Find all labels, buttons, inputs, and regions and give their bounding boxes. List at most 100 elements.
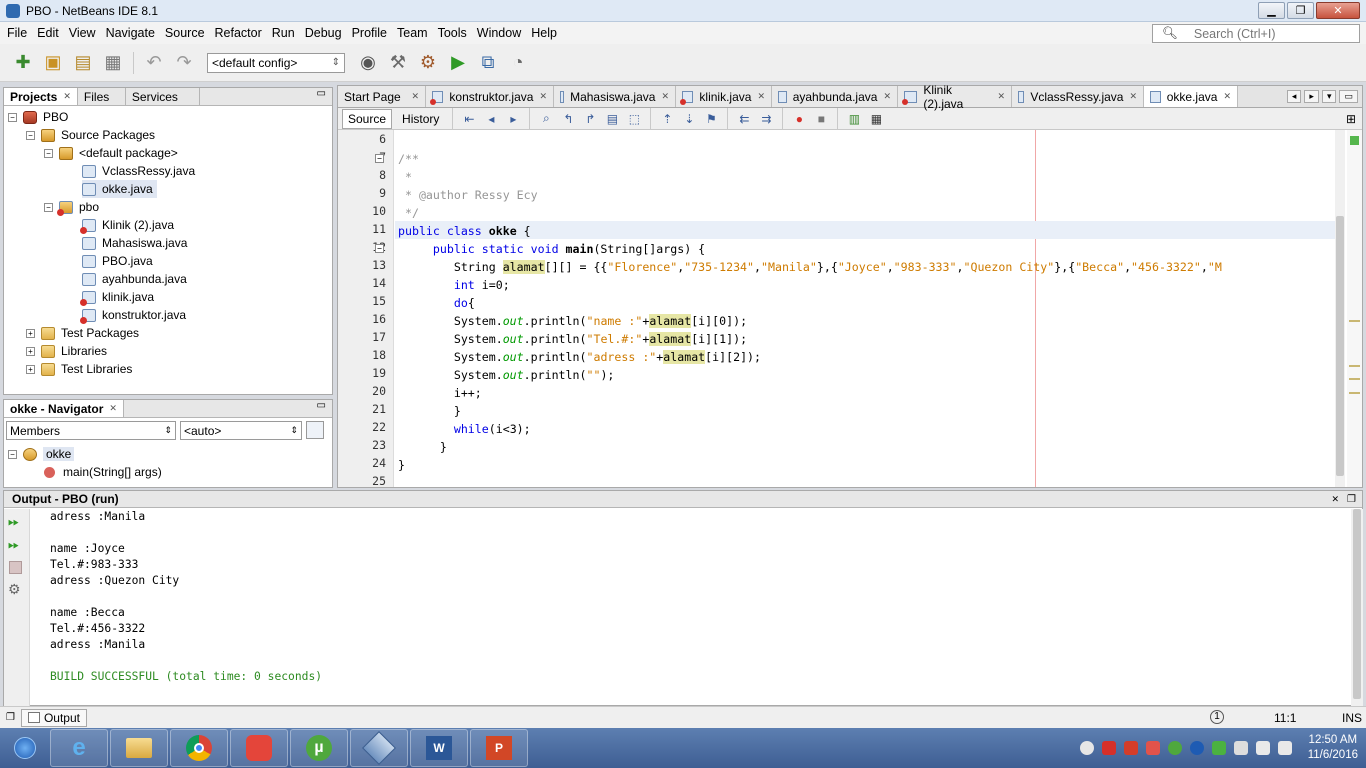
output-scrollbar-thumb[interactable] (1353, 509, 1361, 699)
build-icon[interactable]: ⚒ (385, 50, 411, 76)
close-icon[interactable]: ✕ (109, 403, 117, 414)
comment-icon[interactable]: ▥ (845, 111, 863, 127)
device-icon[interactable] (1233, 741, 1248, 755)
tab-ayahbunda[interactable]: ayahbunda.java ✕ (772, 86, 898, 107)
tree-package-pbo[interactable]: − pbo (44, 198, 99, 216)
shift-left-icon[interactable]: ⇇ (735, 111, 753, 127)
output-tab[interactable]: Output (20, 708, 87, 727)
tab-mahasiswa[interactable]: Mahasiswa.java ✕ (554, 86, 676, 107)
close-icon[interactable]: ✕ (661, 91, 669, 102)
close-icon[interactable]: ✕ (757, 91, 765, 102)
volume-icon[interactable] (1277, 741, 1292, 755)
tab-projects[interactable]: Projects ✕ (4, 88, 78, 105)
profile-icon[interactable]: ◔ (505, 50, 531, 76)
stop-icon[interactable] (9, 561, 22, 574)
minimize-panel-icon[interactable]: ▭ (317, 400, 326, 417)
fold-icon[interactable]: − (375, 154, 384, 163)
restore-window-icon[interactable]: ❐ (6, 712, 15, 723)
menu-edit[interactable]: Edit (32, 26, 64, 40)
menu-team[interactable]: Team (392, 26, 433, 40)
editor-scrollbar[interactable] (1335, 130, 1345, 487)
tab-start-page[interactable]: Start Page ✕ (338, 86, 426, 107)
scroll-tabs-left-icon[interactable]: ◂ (1286, 90, 1302, 103)
tab-klinik-2[interactable]: Klinik (2).java ✕ (898, 83, 1012, 111)
taskbar-powerpoint[interactable]: P (470, 729, 528, 767)
record-macro-icon[interactable]: ● (790, 111, 808, 127)
tab-services[interactable]: Services (126, 88, 200, 105)
clean-build-icon[interactable]: ⚙ (415, 50, 441, 76)
next-bookmark-icon[interactable]: ⇣ (680, 111, 698, 127)
taskbar-word[interactable]: W (410, 729, 468, 767)
close-icon[interactable]: ✕ (883, 91, 891, 102)
scroll-tabs-right-icon[interactable]: ▸ (1304, 90, 1319, 103)
find-previous-icon[interactable]: ↰ (559, 111, 577, 127)
notifications-icon[interactable]: 1 (1210, 710, 1224, 724)
close-icon[interactable]: ✕ (1331, 494, 1339, 505)
battery-icon[interactable] (1211, 741, 1226, 755)
save-all-icon[interactable]: ▦ (100, 50, 126, 76)
new-file-icon[interactable]: ✚ (10, 50, 36, 76)
new-project-icon[interactable]: ▣ (40, 50, 66, 76)
clock[interactable]: 12:50 AM 11/6/2016 (1308, 733, 1358, 763)
tab-list-icon[interactable]: ▾ (1321, 90, 1337, 103)
flag-icon[interactable] (1145, 741, 1160, 755)
auto-select[interactable]: <auto> ⇕ (180, 421, 302, 440)
redo-icon[interactable]: ↷ (171, 50, 197, 76)
menu-help[interactable]: Help (526, 26, 562, 40)
tree-file[interactable]: Klinik (2).java (80, 216, 174, 234)
close-icon[interactable]: ✕ (63, 91, 71, 102)
maximize-button[interactable]: ❐ (1287, 2, 1314, 19)
menu-file[interactable]: File (2, 26, 32, 40)
tree-file[interactable]: Mahasiswa.java (82, 234, 187, 252)
antivirus-icon[interactable] (1123, 741, 1138, 755)
menu-navigate[interactable]: Navigate (101, 26, 160, 40)
menu-tools[interactable]: Tools (433, 26, 472, 40)
undo-icon[interactable]: ↶ (141, 50, 167, 76)
close-icon[interactable]: ✕ (1129, 91, 1137, 102)
code-view[interactable]: 6 7 8 9 10 11 12 13 14 15 16 17 18 19 20… (338, 130, 1362, 487)
tree-file[interactable]: konstruktor.java (80, 306, 186, 324)
taskbar-ie[interactable]: e (50, 729, 108, 767)
config-select[interactable]: <default config> (207, 52, 345, 73)
taskbar-explorer[interactable] (110, 729, 168, 767)
toggle-highlight-icon[interactable]: ▤ (603, 111, 621, 127)
close-icon[interactable]: ✕ (997, 91, 1005, 102)
minimize-button[interactable]: ▁ (1258, 2, 1285, 19)
tab-vclassressy[interactable]: VclassRessy.java ✕ (1012, 86, 1144, 107)
shift-right-icon[interactable]: ⇉ (757, 111, 775, 127)
utorrent-tray-icon[interactable] (1167, 741, 1182, 755)
chat-icon[interactable] (1079, 741, 1094, 755)
menu-source[interactable]: Source (160, 26, 210, 40)
maximize-panel-icon[interactable]: ❐ (1347, 494, 1356, 505)
menu-run[interactable]: Run (267, 26, 300, 40)
filter-icon[interactable] (306, 421, 324, 439)
uncomment-icon[interactable]: ▦ (867, 111, 885, 127)
menu-refactor[interactable]: Refactor (210, 26, 267, 40)
open-project-icon[interactable]: ▤ (70, 50, 96, 76)
tree-test-libraries[interactable]: + Test Libraries (26, 360, 132, 378)
taskbar-utorrent[interactable]: µ (290, 729, 348, 767)
tab-navigator[interactable]: okke - Navigator ✕ (4, 400, 124, 417)
nav-method[interactable]: main(String[] args) (44, 463, 162, 481)
globe-icon[interactable]: ◉ (355, 50, 381, 76)
maximize-editor-icon[interactable]: ▭ (1339, 90, 1358, 103)
previous-bookmark-icon[interactable]: ⇡ (658, 111, 676, 127)
close-icon[interactable]: ✕ (1223, 91, 1231, 102)
tree-test-packages[interactable]: + Test Packages (26, 324, 139, 342)
tree-file[interactable]: PBO.java (82, 252, 153, 270)
tree-libraries[interactable]: + Libraries (26, 342, 107, 360)
members-select[interactable]: Members ⇕ (6, 421, 176, 440)
bluetooth-icon[interactable] (1189, 741, 1204, 755)
start-button[interactable] (0, 728, 50, 768)
last-edit-icon[interactable]: ⇤ (460, 111, 478, 127)
rerun-icon[interactable]: ⏩︎ (8, 513, 19, 530)
find-icon[interactable]: ⌕ (537, 111, 555, 127)
source-view-button[interactable]: Source (342, 108, 393, 129)
tree-source-packages[interactable]: − Source Packages (26, 126, 155, 144)
editor-scrollbar-thumb[interactable] (1336, 216, 1344, 476)
close-icon[interactable]: ✕ (539, 91, 547, 102)
network-icon[interactable] (1255, 741, 1270, 755)
split-editor-icon[interactable]: ⊞ (1346, 112, 1356, 126)
back-icon[interactable]: ◂ (482, 111, 500, 127)
tree-file[interactable]: VclassRessy.java (82, 162, 195, 180)
